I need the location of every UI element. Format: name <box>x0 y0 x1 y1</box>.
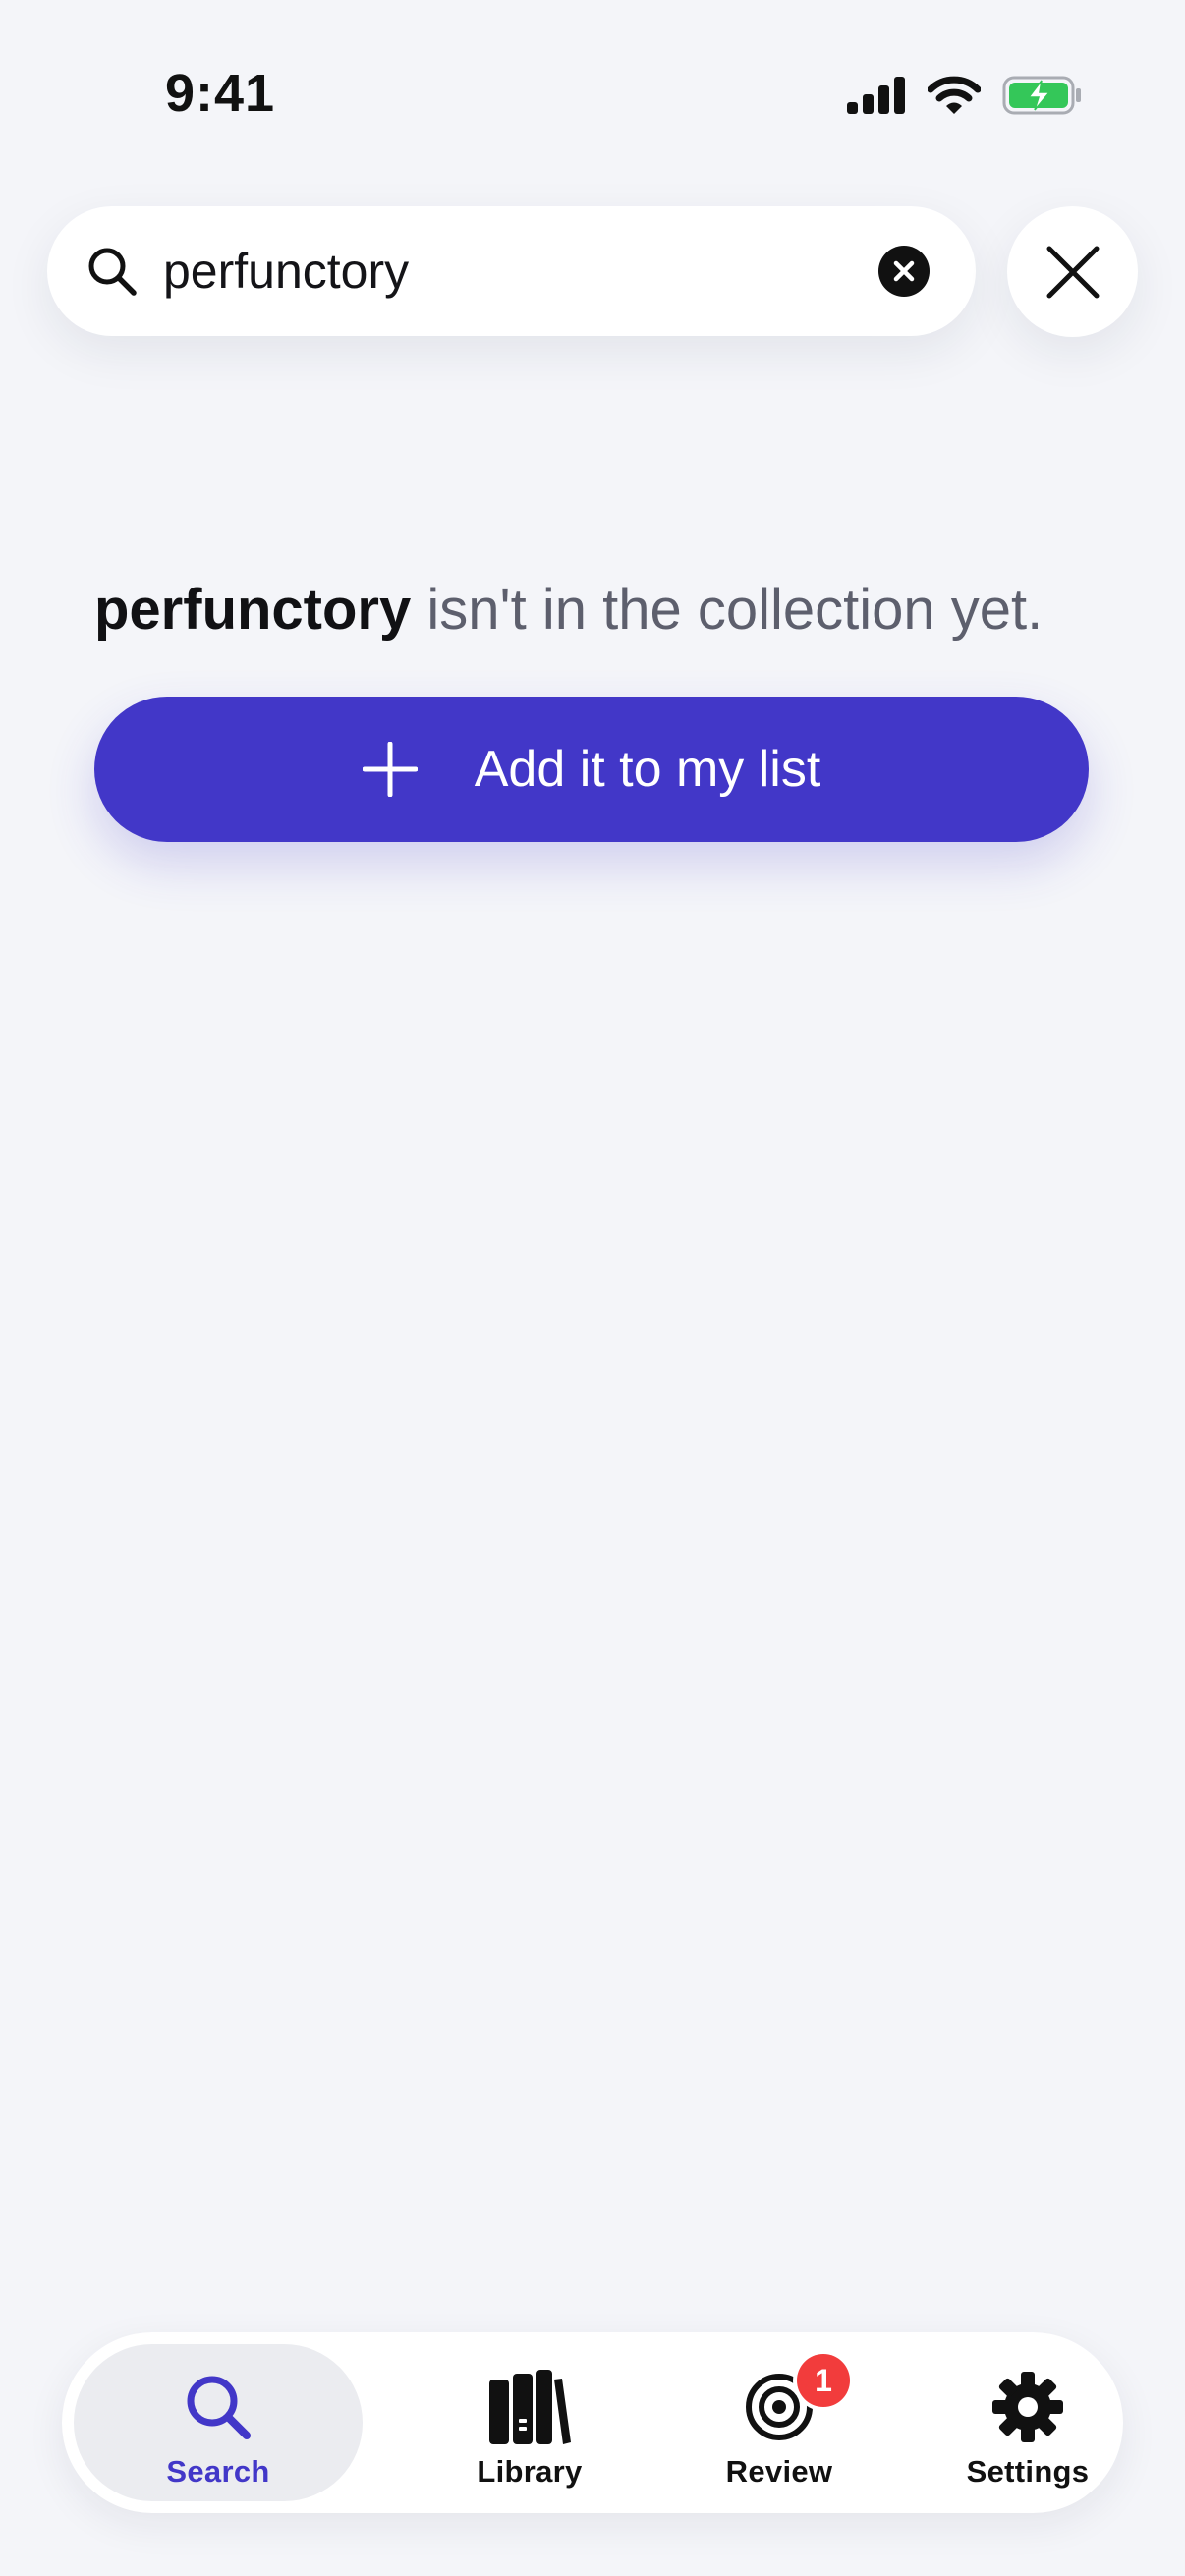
battery-charging-icon <box>1002 76 1081 115</box>
search-icon <box>88 248 137 296</box>
tab-bar: Search Library 1 Review Settings <box>62 2332 1123 2513</box>
add-to-list-label: Add it to my list <box>474 741 821 798</box>
review-badge: 1 <box>797 2354 850 2407</box>
search-field[interactable]: perfunctory <box>47 206 976 336</box>
tab-label: Settings <box>966 2454 1090 2489</box>
close-icon <box>1046 246 1099 298</box>
books-icon <box>489 2370 571 2444</box>
not-found-message: perfunctory isn't in the collection yet. <box>94 576 1097 644</box>
tab-library[interactable]: Library <box>407 2344 652 2501</box>
search-input[interactable]: perfunctory <box>163 206 409 336</box>
search-term: perfunctory <box>94 578 412 642</box>
clear-search-icon[interactable] <box>878 246 930 297</box>
status-icons <box>847 71 1083 120</box>
plus-icon <box>362 742 418 797</box>
search-row: perfunctory <box>47 206 1138 337</box>
close-search-button[interactable] <box>1007 206 1138 337</box>
tab-label: Library <box>477 2454 583 2489</box>
wifi-icon <box>928 76 981 114</box>
tab-label: Review <box>725 2454 833 2489</box>
search-icon <box>187 2376 251 2439</box>
not-found-text: isn't in the collection yet. <box>411 578 1044 642</box>
gear-icon <box>992 2372 1063 2442</box>
status-bar: 9:41 <box>0 0 1185 187</box>
add-to-list-button[interactable]: Add it to my list <box>94 697 1089 842</box>
tab-search[interactable]: Search <box>74 2344 363 2501</box>
cellular-signal-icon <box>847 77 905 114</box>
tab-review[interactable]: 1 Review <box>656 2344 902 2501</box>
tab-label: Search <box>166 2454 270 2489</box>
tab-settings[interactable]: Settings <box>905 2344 1151 2501</box>
status-time: 9:41 <box>165 64 276 123</box>
